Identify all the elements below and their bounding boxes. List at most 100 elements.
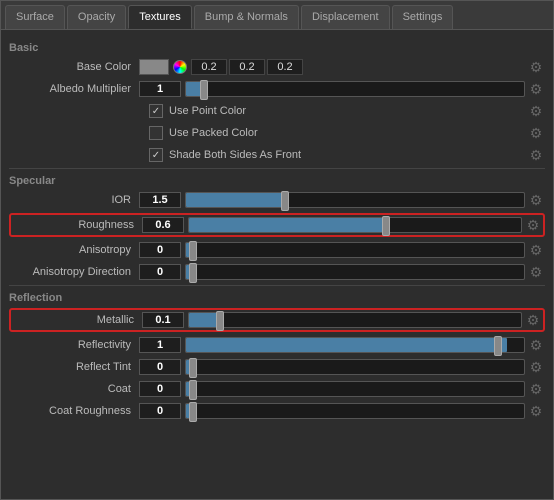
basic-divider <box>9 168 545 169</box>
shade-both-sides-gear[interactable]: ⚙ <box>527 146 545 164</box>
roughness-highlight: Roughness 0.6 ⚙ <box>9 213 545 237</box>
metallic-thumb[interactable] <box>216 311 224 331</box>
base-color-swatch[interactable] <box>139 59 169 75</box>
albedo-row: Albedo Multiplier 1 ⚙ <box>9 80 545 98</box>
reflectivity-thumb[interactable] <box>494 336 502 356</box>
anisotropy-direction-gear[interactable]: ⚙ <box>527 263 545 281</box>
basic-section-header: Basic <box>9 42 545 54</box>
anisotropy-direction-value[interactable]: 0 <box>139 264 181 280</box>
base-color-b[interactable]: 0.2 <box>267 59 303 75</box>
metallic-value[interactable]: 0.1 <box>142 312 184 328</box>
reflectivity-gear[interactable]: ⚙ <box>527 336 545 354</box>
ior-row: IOR 1.5 ⚙ <box>9 191 545 209</box>
tab-displacement[interactable]: Displacement <box>301 5 390 29</box>
ior-content: 1.5 <box>139 192 525 208</box>
coat-gear[interactable]: ⚙ <box>527 380 545 398</box>
base-color-content: 0.2 0.2 0.2 <box>139 59 525 75</box>
roughness-slider[interactable] <box>188 217 522 233</box>
use-point-color-check[interactable] <box>149 104 163 118</box>
use-packed-color-gear[interactable]: ⚙ <box>527 124 545 142</box>
coat-row: Coat 0 ⚙ <box>9 380 545 398</box>
roughness-label: Roughness <box>12 219 142 231</box>
use-packed-color-check[interactable] <box>149 126 163 140</box>
anisotropy-row: Anisotropy 0 ⚙ <box>9 241 545 259</box>
coat-label: Coat <box>9 383 139 395</box>
anisotropy-content: 0 <box>139 242 525 258</box>
base-color-row: Base Color 0.2 0.2 0.2 ⚙ <box>9 58 545 76</box>
use-packed-color-label: Use Packed Color <box>169 127 258 139</box>
use-point-color-gear[interactable]: ⚙ <box>527 102 545 120</box>
tab-surface[interactable]: Surface <box>5 5 65 29</box>
shade-both-sides-check[interactable] <box>149 148 163 162</box>
metallic-highlight: Metallic 0.1 ⚙ <box>9 308 545 332</box>
reflect-tint-gear[interactable]: ⚙ <box>527 358 545 376</box>
base-color-r[interactable]: 0.2 <box>191 59 227 75</box>
anisotropy-gear[interactable]: ⚙ <box>527 241 545 259</box>
roughness-row: Roughness 0.6 ⚙ <box>12 216 542 234</box>
albedo-label: Albedo Multiplier <box>9 83 139 95</box>
anisotropy-direction-thumb[interactable] <box>189 263 197 283</box>
tab-bump-normals[interactable]: Bump & Normals <box>194 5 299 29</box>
reflect-tint-thumb[interactable] <box>189 358 197 378</box>
tab-textures[interactable]: Textures <box>128 5 192 29</box>
albedo-slider[interactable] <box>185 81 525 97</box>
albedo-gear[interactable]: ⚙ <box>527 80 545 98</box>
reflectivity-value[interactable]: 1 <box>139 337 181 353</box>
base-color-values: 0.2 0.2 0.2 <box>191 59 303 75</box>
ior-slider[interactable] <box>185 192 525 208</box>
metallic-row: Metallic 0.1 ⚙ <box>12 311 542 329</box>
shade-both-sides-row: Shade Both Sides As Front ⚙ <box>9 146 545 164</box>
color-picker-dot[interactable] <box>173 60 187 74</box>
reflectivity-row: Reflectivity 1 ⚙ <box>9 336 545 354</box>
base-color-label: Base Color <box>9 61 139 73</box>
content-area: Basic Base Color 0.2 0.2 0.2 ⚙ Albedo Mu… <box>1 30 553 498</box>
reflect-tint-row: Reflect Tint 0 ⚙ <box>9 358 545 376</box>
coat-value[interactable]: 0 <box>139 381 181 397</box>
reflectivity-fill <box>186 338 507 352</box>
ior-gear[interactable]: ⚙ <box>527 191 545 209</box>
metallic-gear[interactable]: ⚙ <box>524 311 542 329</box>
tab-bar: Surface Opacity Textures Bump & Normals … <box>1 1 553 30</box>
coat-roughness-gear[interactable]: ⚙ <box>527 402 545 420</box>
coat-roughness-value[interactable]: 0 <box>139 403 181 419</box>
reflectivity-slider[interactable] <box>185 337 525 353</box>
albedo-value[interactable]: 1 <box>139 81 181 97</box>
tab-settings[interactable]: Settings <box>392 5 454 29</box>
roughness-gear[interactable]: ⚙ <box>524 216 542 234</box>
roughness-fill <box>189 218 388 232</box>
anisotropy-direction-slider[interactable] <box>185 264 525 280</box>
ior-label: IOR <box>9 194 139 206</box>
coat-roughness-content: 0 <box>139 403 525 419</box>
coat-roughness-thumb[interactable] <box>189 402 197 422</box>
metallic-slider[interactable] <box>188 312 522 328</box>
coat-roughness-label: Coat Roughness <box>9 405 139 417</box>
anisotropy-value[interactable]: 0 <box>139 242 181 258</box>
reflect-tint-value[interactable]: 0 <box>139 359 181 375</box>
coat-roughness-row: Coat Roughness 0 ⚙ <box>9 402 545 420</box>
specular-section-header: Specular <box>9 175 545 187</box>
albedo-content: 1 <box>139 81 525 97</box>
reflection-section-header: Reflection <box>9 292 545 304</box>
ior-value[interactable]: 1.5 <box>139 192 181 208</box>
base-color-g[interactable]: 0.2 <box>229 59 265 75</box>
reflect-tint-slider[interactable] <box>185 359 525 375</box>
base-color-gear[interactable]: ⚙ <box>527 58 545 76</box>
roughness-content: 0.6 <box>142 217 522 233</box>
ior-thumb[interactable] <box>281 191 289 211</box>
roughness-value[interactable]: 0.6 <box>142 217 184 233</box>
use-point-color-row: Use Point Color ⚙ <box>9 102 545 120</box>
anisotropy-thumb[interactable] <box>189 241 197 261</box>
anisotropy-direction-content: 0 <box>139 264 525 280</box>
main-panel: Surface Opacity Textures Bump & Normals … <box>0 0 554 500</box>
anisotropy-direction-row: Anisotropy Direction 0 ⚙ <box>9 263 545 281</box>
roughness-thumb[interactable] <box>382 216 390 236</box>
shade-both-sides-label: Shade Both Sides As Front <box>169 149 301 161</box>
reflectivity-label: Reflectivity <box>9 339 139 351</box>
coat-slider[interactable] <box>185 381 525 397</box>
albedo-thumb[interactable] <box>200 80 208 100</box>
use-packed-color-row: Use Packed Color ⚙ <box>9 124 545 142</box>
tab-opacity[interactable]: Opacity <box>67 5 126 29</box>
coat-roughness-slider[interactable] <box>185 403 525 419</box>
anisotropy-slider[interactable] <box>185 242 525 258</box>
coat-thumb[interactable] <box>189 380 197 400</box>
